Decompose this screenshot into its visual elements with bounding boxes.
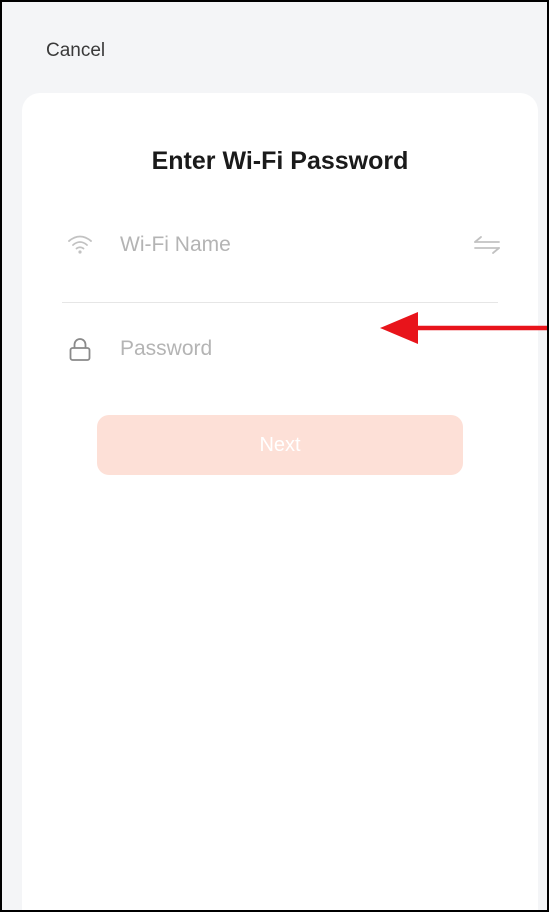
wifi-name-input[interactable] bbox=[120, 225, 450, 265]
red-arrow-annotation-icon bbox=[380, 312, 547, 344]
page-title: Enter Wi-Fi Password bbox=[151, 147, 409, 175]
next-button[interactable]: Next bbox=[97, 415, 463, 475]
lock-icon bbox=[66, 335, 94, 363]
swap-icon[interactable] bbox=[472, 233, 502, 257]
cancel-button[interactable]: Cancel bbox=[46, 40, 105, 62]
wifi-password-card: Enter Wi-Fi Password Wi-Fi Name Next bbox=[22, 93, 538, 910]
wifi-icon bbox=[66, 231, 94, 259]
screen-frame: Cancel Enter Wi-Fi Password Wi-Fi Name N… bbox=[0, 0, 549, 912]
wifi-name-row bbox=[62, 217, 500, 273]
field-divider bbox=[62, 302, 498, 303]
